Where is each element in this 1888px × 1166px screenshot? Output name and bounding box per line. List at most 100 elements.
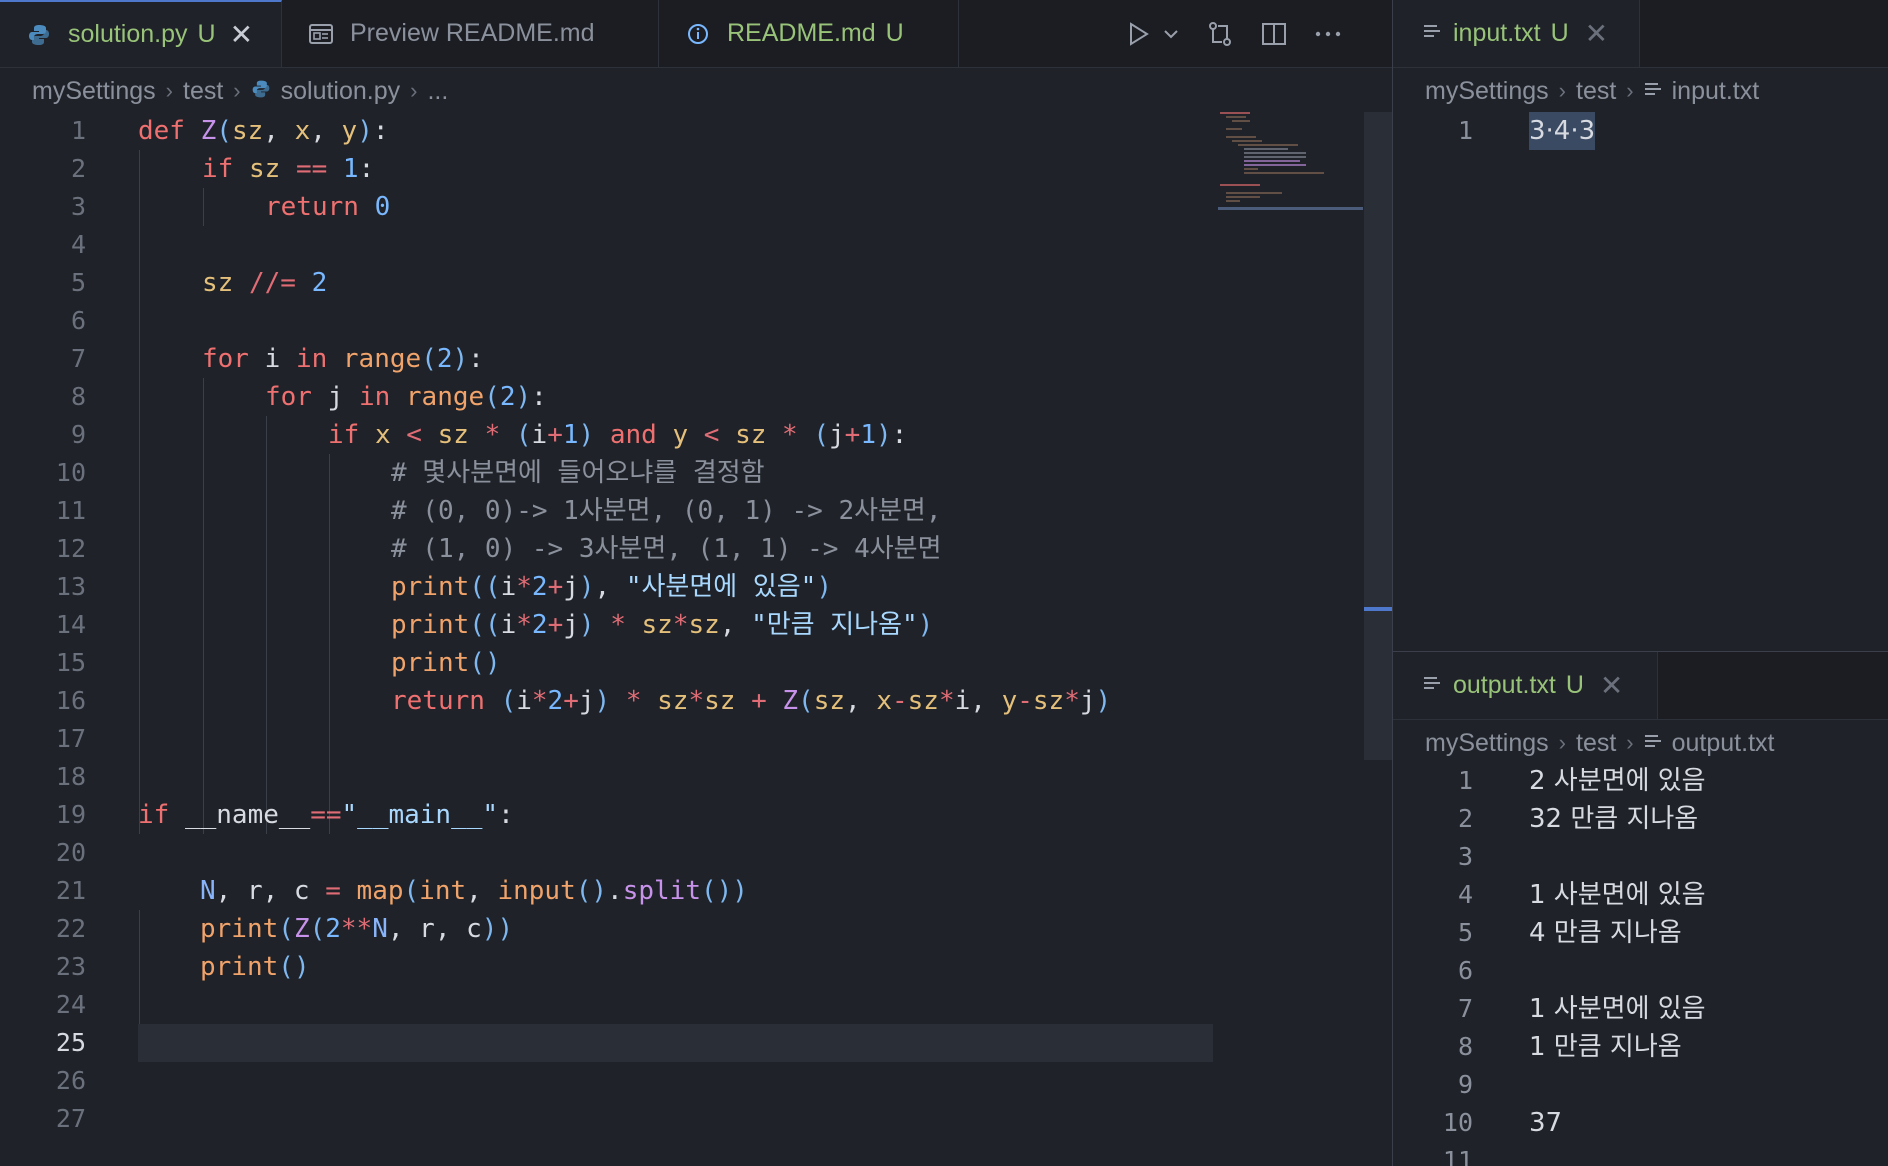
breadcrumb: mySettings › test › output.txt	[1425, 722, 1774, 764]
tab-output-txt[interactable]: output.txt U ✕	[1393, 652, 1658, 719]
line-number: 21	[55, 876, 86, 905]
breadcrumb-item[interactable]: mySettings	[32, 77, 156, 106]
editor-group-left: solution.py U ✕ Preview README.md README…	[0, 0, 1392, 1166]
tab-preview-readme[interactable]: Preview README.md	[282, 0, 659, 67]
python-icon	[24, 20, 54, 50]
line-number: 22	[55, 914, 86, 943]
line-text: 4 만큼 지나옴	[1529, 918, 1682, 948]
untracked-badge: U	[1565, 671, 1584, 699]
run-icon[interactable]	[1124, 20, 1152, 48]
line-number: 9	[1457, 1070, 1473, 1099]
code-line: N, r, c = map(int, input().split())	[200, 876, 748, 906]
line-number: 10	[55, 458, 86, 487]
breadcrumb-item[interactable]: output.txt	[1672, 729, 1775, 758]
line-number: 17	[55, 724, 86, 753]
breadcrumb-item[interactable]: mySettings	[1425, 77, 1549, 106]
tab-label: input.txt	[1453, 19, 1541, 47]
close-icon[interactable]: ✕	[1600, 669, 1623, 702]
text-line: 9	[1393, 1066, 1888, 1104]
info-icon	[683, 19, 713, 49]
code-line: return 0	[265, 192, 391, 222]
vertical-scrollbar[interactable]	[1364, 112, 1392, 760]
tab-input-txt[interactable]: input.txt U ✕	[1393, 0, 1640, 67]
line-text: 37	[1529, 1108, 1563, 1138]
breadcrumb-item[interactable]: solution.py	[281, 77, 401, 106]
editor-group-right: input.txt U ✕ mySettings › test › input.…	[1393, 0, 1888, 1166]
tab-bar: input.txt U ✕	[1393, 0, 1888, 68]
breadcrumb-item[interactable]: test	[1576, 77, 1616, 106]
tab-label: README.md	[727, 19, 876, 47]
text-line: 7 1 사분면에 있음	[1393, 990, 1888, 1028]
line-number: 4	[70, 230, 86, 259]
more-icon[interactable]	[1314, 20, 1342, 48]
text-line: 2 32 만큼 지나옴	[1393, 800, 1888, 838]
indent-guide	[139, 150, 140, 834]
scrollbar-cursor-marker	[1364, 607, 1392, 611]
file-lines-icon	[1644, 729, 1662, 758]
text-line: 1 3·4·3	[1393, 112, 1888, 150]
line-number: 3	[70, 192, 86, 221]
chevron-right-icon: ›	[1558, 730, 1566, 755]
breadcrumb: mySettings › test › input.txt	[1425, 70, 1759, 112]
output-pane: output.txt U ✕ mySettings › test › outpu…	[1393, 652, 1888, 1166]
chevron-down-icon[interactable]	[1162, 20, 1180, 48]
text-line: 4 1 사분면에 있음	[1393, 876, 1888, 914]
text-line: 10 37	[1393, 1104, 1888, 1142]
line-number: 5	[1457, 918, 1473, 947]
file-lines-icon	[1423, 671, 1441, 700]
compare-changes-icon[interactable]	[1206, 20, 1234, 48]
text-line: 3	[1393, 838, 1888, 876]
breadcrumb-item[interactable]: ...	[427, 77, 448, 106]
indent-guide	[203, 188, 204, 226]
code-line: print(Z(2**N, r, c))	[200, 914, 514, 944]
line-text: 1 만큼 지나옴	[1529, 1032, 1682, 1062]
breadcrumb: mySettings › test › solution.py › ...	[32, 70, 448, 112]
breadcrumb-item[interactable]: test	[1576, 729, 1616, 758]
line-number: 5	[70, 268, 86, 297]
line-number: 24	[55, 990, 86, 1019]
chevron-right-icon: ›	[1558, 78, 1566, 103]
code-line: for i in range(2):	[202, 344, 484, 374]
text-line: 11	[1393, 1142, 1888, 1166]
line-number: 2	[70, 154, 86, 183]
line-number: 27	[55, 1104, 86, 1133]
code-line: print((i*2+j), "사분면에 있음")	[391, 572, 832, 602]
breadcrumb-item[interactable]: input.txt	[1672, 77, 1760, 106]
line-number: 13	[55, 572, 86, 601]
line-number: 20	[55, 838, 86, 867]
tab-solution-py[interactable]: solution.py U ✕	[0, 0, 282, 67]
untracked-badge: U	[885, 19, 904, 47]
line-number: 7	[1457, 994, 1473, 1023]
code-line: if x < sz * (i+1) and y < sz * (j+1):	[328, 420, 908, 450]
tab-readme-md[interactable]: README.md U	[659, 0, 959, 67]
code-line: sz //= 2	[202, 268, 328, 298]
tab-label: solution.py	[68, 20, 188, 48]
line-number: 4	[1457, 880, 1473, 909]
line-text-selected[interactable]: 3·4·3	[1529, 112, 1596, 150]
line-number: 9	[70, 420, 86, 449]
code-line: if sz == 1:	[202, 154, 375, 184]
code-line: def Z(sz, x, y):	[138, 116, 389, 146]
close-icon[interactable]: ✕	[1585, 17, 1608, 50]
text-line: 8 1 만큼 지나옴	[1393, 1028, 1888, 1066]
text-line: 1 2 사분면에 있음	[1393, 762, 1888, 800]
chevron-right-icon: ›	[1626, 78, 1634, 103]
line-number: 3	[1457, 842, 1473, 871]
current-line-highlight	[138, 1024, 1213, 1062]
breadcrumb-item[interactable]: test	[183, 77, 223, 106]
line-text: 2 사분면에 있음	[1529, 766, 1706, 796]
indent-guide	[329, 454, 330, 834]
chevron-right-icon: ›	[1626, 730, 1634, 755]
file-lines-icon	[1423, 19, 1441, 48]
input-pane: input.txt U ✕ mySettings › test › input.…	[1393, 0, 1888, 651]
minimap[interactable]	[1218, 110, 1363, 210]
tab-label: output.txt	[1453, 671, 1556, 699]
line-number: 15	[55, 648, 86, 677]
tab-bar: solution.py U ✕ Preview README.md README…	[0, 0, 1392, 68]
breadcrumb-item[interactable]: mySettings	[1425, 729, 1549, 758]
line-text: 32 만큼 지나옴	[1529, 804, 1699, 834]
indent-guide	[266, 416, 267, 834]
split-editor-icon[interactable]	[1260, 20, 1288, 48]
close-icon[interactable]: ✕	[230, 18, 253, 51]
text-line: 5 4 만큼 지나옴	[1393, 914, 1888, 952]
